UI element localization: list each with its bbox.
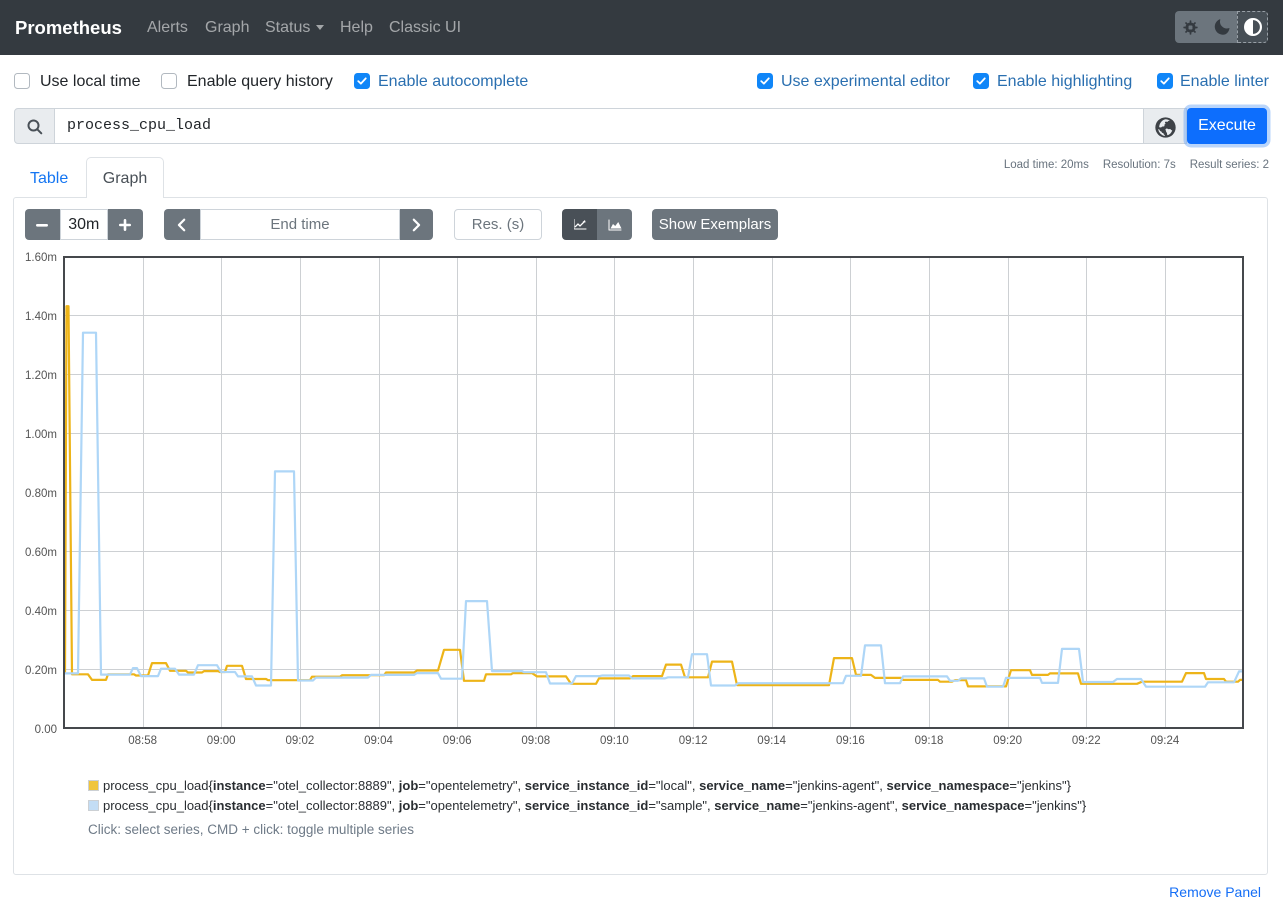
svg-text:09:20: 09:20 — [993, 735, 1022, 747]
svg-text:09:08: 09:08 — [521, 735, 550, 747]
svg-text:09:00: 09:00 — [207, 735, 236, 747]
svg-text:1.20m: 1.20m — [25, 370, 57, 382]
svg-text:09:12: 09:12 — [679, 735, 708, 747]
svg-text:09:22: 09:22 — [1072, 735, 1101, 747]
svg-text:09:18: 09:18 — [915, 735, 944, 747]
svg-text:09:02: 09:02 — [286, 735, 315, 747]
svg-text:0.40m: 0.40m — [25, 606, 57, 618]
svg-text:09:14: 09:14 — [757, 735, 786, 747]
svg-text:0.00: 0.00 — [35, 724, 57, 736]
svg-text:09:10: 09:10 — [600, 735, 629, 747]
svg-text:0.60m: 0.60m — [25, 547, 57, 559]
svg-text:0.20m: 0.20m — [25, 665, 57, 677]
svg-text:1.40m: 1.40m — [25, 311, 57, 323]
svg-text:1.00m: 1.00m — [25, 429, 57, 441]
svg-text:0.80m: 0.80m — [25, 488, 57, 500]
svg-text:09:16: 09:16 — [836, 735, 865, 747]
svg-text:1.60m: 1.60m — [25, 252, 57, 264]
svg-text:08:58: 08:58 — [128, 735, 157, 747]
svg-text:09:24: 09:24 — [1151, 735, 1180, 747]
svg-text:09:04: 09:04 — [364, 735, 393, 747]
svg-text:09:06: 09:06 — [443, 735, 472, 747]
